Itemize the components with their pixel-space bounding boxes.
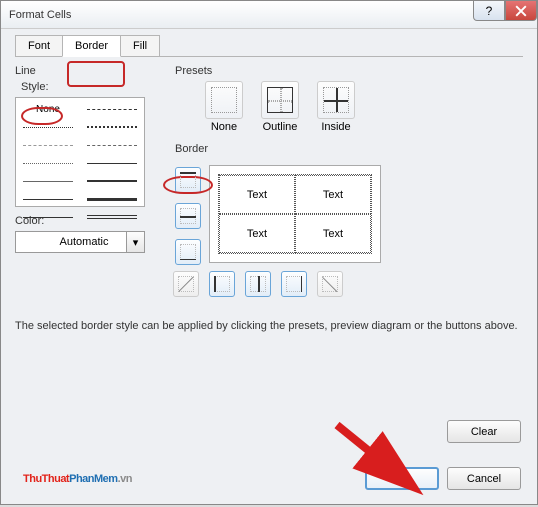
- preview-grid: Text Text Text Text: [218, 174, 372, 254]
- border-top-icon: [180, 172, 196, 188]
- preset-none-icon: [211, 87, 237, 113]
- preview-cell: Text: [219, 175, 295, 214]
- border-left-button[interactable]: [209, 271, 235, 297]
- dialog-body: Font Border Fill Line Style: None: [1, 29, 537, 504]
- border-right-button[interactable]: [281, 271, 307, 297]
- style-option[interactable]: [84, 138, 140, 152]
- hint-text: The selected border style can be applied…: [15, 319, 523, 334]
- preset-outline[interactable]: Outline: [261, 81, 299, 133]
- style-option[interactable]: [20, 174, 76, 188]
- border-top-button[interactable]: [175, 167, 201, 193]
- close-icon: [515, 5, 527, 17]
- style-option[interactable]: [20, 120, 76, 134]
- dialog-footer: Clear OK Cancel: [365, 420, 521, 490]
- border-diag-up-button[interactable]: [173, 271, 199, 297]
- border-side-buttons: [175, 167, 201, 265]
- style-option[interactable]: [20, 156, 76, 170]
- preset-inside-icon: [323, 87, 349, 113]
- color-dropdown[interactable]: Automatic ▾: [15, 231, 145, 253]
- style-option[interactable]: [84, 102, 140, 116]
- tab-strip: Font Border Fill: [15, 35, 523, 57]
- cancel-button[interactable]: Cancel: [447, 467, 521, 490]
- border-group-label: Border: [175, 143, 523, 155]
- style-option[interactable]: [84, 210, 140, 224]
- border-bottom-button[interactable]: [175, 239, 201, 265]
- preview-cell: Text: [295, 175, 371, 214]
- window-title: Format Cells: [9, 9, 71, 21]
- border-hmid-button[interactable]: [175, 203, 201, 229]
- line-style-list[interactable]: None: [15, 97, 145, 207]
- style-label: Style:: [15, 81, 155, 93]
- ok-button[interactable]: OK: [365, 467, 439, 490]
- border-vmid-icon: [250, 276, 266, 292]
- diag-up-icon: [178, 276, 194, 292]
- style-option[interactable]: [84, 174, 140, 188]
- content-area: Line Style: None: [15, 57, 523, 297]
- style-option[interactable]: [20, 138, 76, 152]
- border-hmid-icon: [180, 208, 196, 224]
- format-cells-dialog: Format Cells ? Font Border Fill Line Sty…: [0, 0, 538, 505]
- border-right-icon: [286, 276, 302, 292]
- border-bottom-buttons: [173, 271, 523, 297]
- border-preview[interactable]: Text Text Text Text: [209, 165, 381, 263]
- style-option[interactable]: [84, 120, 140, 134]
- right-column: Presets None Outline Inside Bord: [155, 65, 523, 297]
- color-value: Automatic: [42, 236, 126, 248]
- preview-cell: Text: [219, 214, 295, 253]
- clear-button[interactable]: Clear: [447, 420, 521, 443]
- diag-down-icon: [322, 276, 338, 292]
- border-left-icon: [214, 276, 230, 292]
- border-vmid-button[interactable]: [245, 271, 271, 297]
- preview-cell: Text: [295, 214, 371, 253]
- preset-inside-label: Inside: [321, 121, 350, 133]
- style-option[interactable]: [20, 192, 76, 206]
- preset-none[interactable]: None: [205, 81, 243, 133]
- border-area: Text Text Text Text: [175, 159, 523, 265]
- style-option[interactable]: [84, 156, 140, 170]
- preset-outline-icon: [267, 87, 293, 113]
- chevron-down-icon: ▾: [126, 232, 144, 252]
- help-button[interactable]: ?: [473, 1, 505, 21]
- window-controls: ?: [473, 1, 537, 21]
- line-group-label: Line: [15, 65, 155, 77]
- line-group: Line Style: None: [15, 65, 155, 297]
- border-diag-down-button[interactable]: [317, 271, 343, 297]
- style-none[interactable]: None: [20, 102, 76, 116]
- close-button[interactable]: [505, 1, 537, 21]
- tab-fill[interactable]: Fill: [120, 35, 160, 56]
- presets-row: None Outline Inside: [205, 81, 523, 133]
- watermark: ThuThuatPhanMem.vn: [23, 464, 132, 488]
- titlebar: Format Cells ?: [1, 1, 537, 29]
- tab-border[interactable]: Border: [62, 35, 121, 57]
- style-option[interactable]: [84, 192, 140, 206]
- border-bottom-icon: [180, 244, 196, 260]
- preset-inside[interactable]: Inside: [317, 81, 355, 133]
- tab-font[interactable]: Font: [15, 35, 63, 56]
- preset-outline-label: Outline: [263, 121, 298, 133]
- presets-group-label: Presets: [175, 65, 523, 77]
- preset-none-label: None: [211, 121, 237, 133]
